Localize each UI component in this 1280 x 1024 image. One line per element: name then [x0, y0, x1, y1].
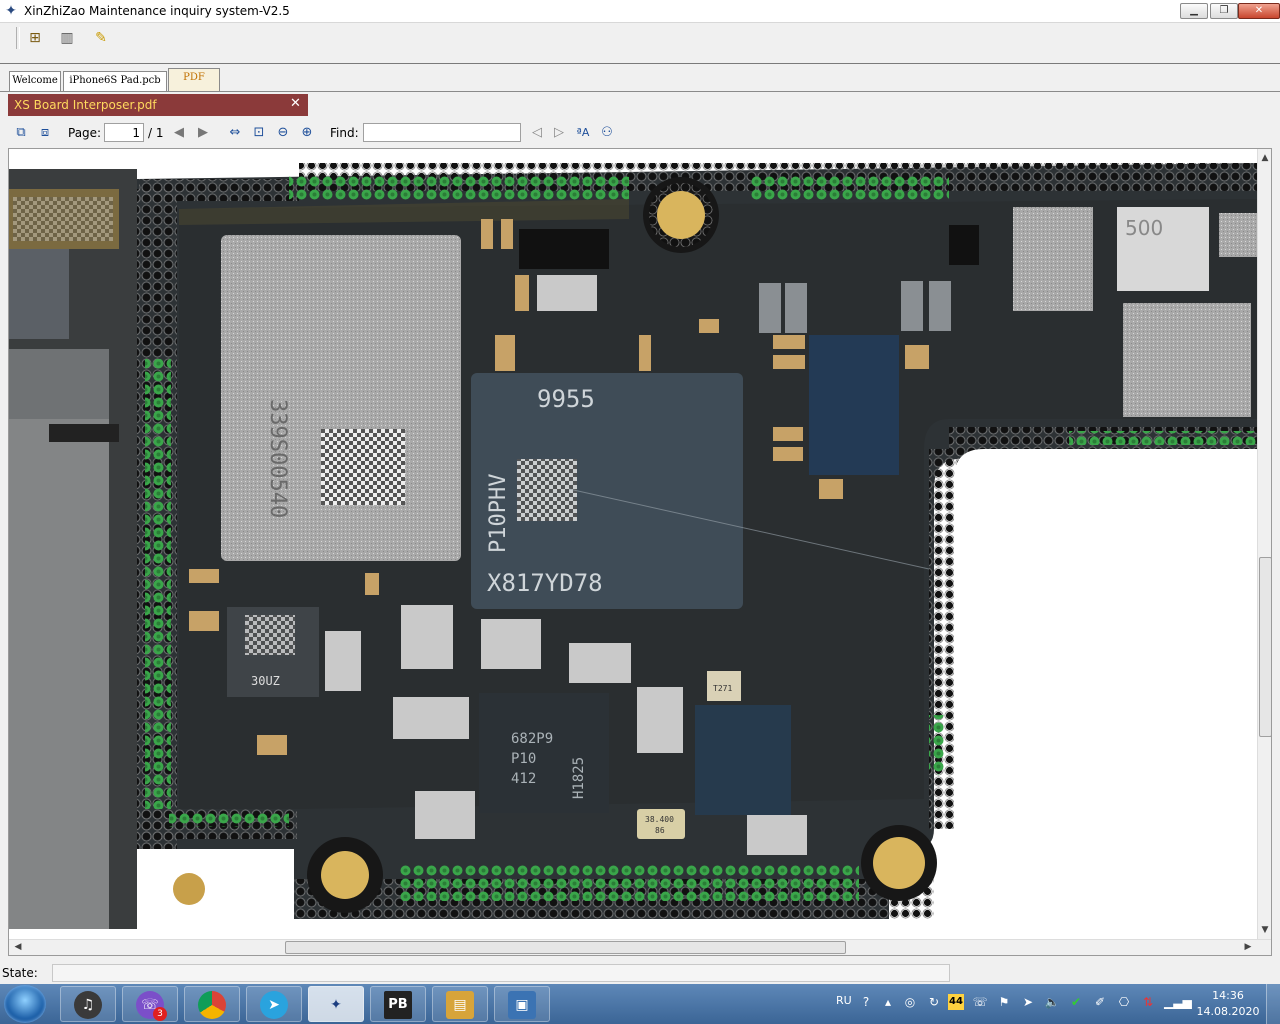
board-image: 339S00540 9955 P10PHV X817YD78 682P9 P10…: [9, 163, 1257, 939]
tab-welcome[interactable]: Welcome: [9, 71, 61, 91]
taskbar-app-headset[interactable]: ♫: [60, 986, 116, 1022]
telegram-app-icon: ➤: [260, 991, 288, 1019]
copy-page-icon[interactable]: ⧉: [12, 124, 30, 142]
restore-button[interactable]: ❐: [1210, 3, 1238, 19]
soc-label-1: 9955: [537, 385, 595, 413]
scroll-right-icon[interactable]: ▶: [1241, 940, 1255, 954]
fit-page-icon[interactable]: ⊡: [250, 124, 268, 142]
tab-pdf[interactable]: PDF: [168, 68, 220, 92]
chrome-app-icon: [198, 991, 226, 1019]
minimize-button[interactable]: ▁: [1180, 3, 1208, 19]
taskbar-app-xinzhizao[interactable]: ✦: [308, 986, 364, 1022]
find-input[interactable]: [363, 123, 521, 142]
scroll-up-icon[interactable]: ▲: [1258, 151, 1271, 165]
left-chip-label: 30UZ: [251, 674, 280, 688]
volume-tray-icon[interactable]: 🔈: [1044, 994, 1060, 1010]
soc-label-2: P10PHV: [486, 474, 511, 553]
vertical-scrollbar[interactable]: ▲ ▼: [1257, 149, 1271, 941]
zoom-out-icon[interactable]: ⊖: [274, 124, 292, 142]
page-number-input[interactable]: [104, 123, 144, 142]
viber-tray-icon[interactable]: ☏: [972, 994, 988, 1010]
pdf-viewer[interactable]: 339S00540 9955 P10PHV X817YD78 682P9 P10…: [8, 148, 1272, 956]
clock-date[interactable]: 14.08.2020: [1196, 1005, 1260, 1018]
document-tab[interactable]: XS Board Interposer.pdf ✕: [8, 94, 308, 116]
find-next-icon[interactable]: ▷: [550, 124, 568, 142]
update-tray-icon[interactable]: ↻: [926, 994, 942, 1010]
crystal-label-1: 38.400: [645, 815, 674, 824]
arrows-tray-icon[interactable]: ⇅: [1140, 994, 1156, 1010]
scroll-down-icon[interactable]: ▼: [1258, 923, 1271, 937]
tree-view-icon[interactable]: ⊞: [24, 27, 46, 49]
panel-view-icon[interactable]: ▥: [56, 27, 78, 49]
taskbar: ♫ ☏ 3 ➤ ✦ PB ▤ ▣ RU ? ▴ ◎ ↻ 44 ☏ ⚑ ➤ 🔈 ✔…: [0, 984, 1280, 1024]
viber-badge: 3: [153, 1007, 167, 1021]
pmic-label-2: P10: [511, 751, 536, 767]
scroll-left-icon[interactable]: ◀: [11, 940, 25, 954]
tab-iphone6s-pad[interactable]: iPhone6S Pad.pcb: [63, 71, 167, 91]
explorer-app-icon: ▤: [446, 991, 474, 1019]
document-tab-label: XS Board Interposer.pdf: [14, 98, 157, 112]
small-chip-label: 500: [1125, 216, 1163, 240]
flag-tray-icon[interactable]: ⚑: [996, 994, 1012, 1010]
pdf-toolbar: ⧉ ⧈ Page: / 1 ◀ ▶ ⇔ ⊡ ⊖ ⊕ Find: ◁ ▷ ªA ⚇: [8, 120, 1272, 146]
taskbar-app-telegram[interactable]: ➤: [246, 986, 302, 1022]
tray-badge-44[interactable]: 44: [948, 994, 964, 1010]
find-prev-icon[interactable]: ◁: [528, 124, 546, 142]
taskbar-app-viber[interactable]: ☏ 3: [122, 986, 178, 1022]
taskbar-app-chrome[interactable]: [184, 986, 240, 1022]
binoculars-icon[interactable]: ⚇: [598, 124, 616, 142]
status-field: [52, 964, 950, 982]
crystal-label-2: 86: [655, 826, 665, 835]
signal-tray-icon[interactable]: ▁▃▅: [1164, 994, 1192, 1010]
close-document-icon[interactable]: ✕: [290, 96, 301, 112]
next-page-icon[interactable]: ▶: [194, 124, 212, 142]
tag-label: T271: [713, 684, 732, 693]
telegram-tray-icon[interactable]: ➤: [1020, 994, 1036, 1010]
tray-expand-icon[interactable]: ▴: [880, 994, 896, 1010]
horizontal-scrollbar[interactable]: ◀ ▶: [9, 939, 1271, 955]
paste-page-icon[interactable]: ⧈: [36, 124, 54, 142]
horizontal-scroll-thumb[interactable]: [285, 941, 846, 954]
fit-width-icon[interactable]: ⇔: [226, 124, 244, 142]
tab-divider: [0, 91, 1280, 92]
vertical-scroll-thumb[interactable]: [1259, 557, 1271, 737]
pb-app-icon: PB: [384, 991, 412, 1019]
main-toolbar: ⊞ ▥ ✎: [0, 23, 1280, 64]
help-icon[interactable]: ?: [858, 994, 874, 1010]
find-label: Find:: [330, 126, 359, 140]
pmic-label-3: 412: [511, 771, 536, 787]
close-button[interactable]: ✕: [1238, 3, 1280, 19]
title-bar: ✦ XinZhiZao Maintenance inquiry system-V…: [0, 0, 1280, 23]
usb-tray-icon[interactable]: ⎔: [1116, 994, 1132, 1010]
pen-tray-icon[interactable]: ✐: [1092, 994, 1108, 1010]
start-button[interactable]: [4, 985, 46, 1023]
status-bar: State:: [0, 962, 1280, 984]
pmic-label-1: 682P9: [511, 731, 553, 747]
xinzhizao-app-icon: ✦: [330, 997, 342, 1013]
clock-time[interactable]: 14:36: [1200, 989, 1256, 1002]
status-label: State:: [2, 966, 38, 980]
zoom-in-icon[interactable]: ⊕: [298, 124, 316, 142]
taskbar-app-explorer[interactable]: ▤: [432, 986, 488, 1022]
soc-label-3: X817YD78: [487, 569, 603, 597]
compass-star-icon: ✦: [5, 3, 17, 19]
prev-page-icon[interactable]: ◀: [170, 124, 188, 142]
pmic-label-4: H1825: [571, 757, 587, 799]
headset-app-icon: ♫: [74, 991, 102, 1019]
edit-note-icon[interactable]: ✎: [90, 27, 112, 49]
tab-strip: Welcome iPhone6S Pad.pcb PDF: [0, 66, 1280, 92]
network-tray-icon[interactable]: ◎: [902, 994, 918, 1010]
match-case-icon[interactable]: ªA: [574, 124, 592, 142]
page-total: / 1: [148, 126, 164, 140]
toolbar-separator: [16, 27, 20, 49]
taskbar-app-photo-viewer[interactable]: ▣: [494, 986, 550, 1022]
check-tray-icon[interactable]: ✔: [1068, 994, 1084, 1010]
photo-viewer-app-icon: ▣: [508, 991, 536, 1019]
page-label: Page:: [68, 126, 102, 140]
show-desktop-button[interactable]: [1266, 984, 1280, 1024]
tray-language[interactable]: RU: [836, 994, 852, 1007]
rf-module-label: 339S00540: [265, 399, 290, 518]
window-title: XinZhiZao Maintenance inquiry system-V2.…: [24, 4, 290, 18]
taskbar-app-pb[interactable]: PB: [370, 986, 426, 1022]
